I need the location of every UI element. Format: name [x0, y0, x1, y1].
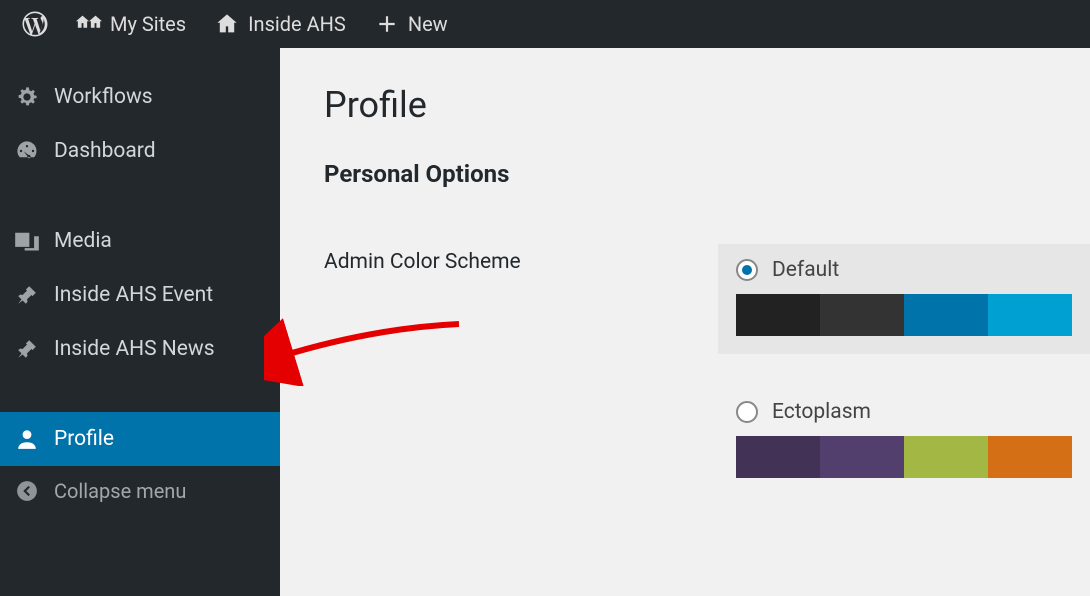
swatch — [736, 294, 820, 336]
wp-logo[interactable] — [8, 0, 62, 48]
sidebar-item-label: Inside AHS News — [54, 337, 215, 361]
page-title: Profile — [324, 84, 1090, 126]
houses-icon — [76, 11, 102, 37]
media-icon — [14, 228, 40, 254]
sidebar-item-label: Media — [54, 229, 112, 253]
color-schemes: Default Ectoplasm — [718, 244, 1090, 496]
site-link[interactable]: Inside AHS — [200, 0, 360, 48]
swatch — [988, 436, 1072, 478]
sidebar-item-dashboard[interactable]: Dashboard — [0, 124, 280, 178]
new-label: New — [408, 12, 448, 36]
plus-icon — [374, 11, 400, 37]
pin-icon — [14, 282, 40, 308]
swatches-default — [736, 294, 1072, 336]
radio-ectoplasm[interactable] — [736, 401, 758, 423]
collapse-menu[interactable]: Collapse menu — [0, 466, 280, 516]
house-icon — [214, 11, 240, 37]
sidebar-item-label: Inside AHS Event — [54, 283, 213, 307]
color-scheme-row: Admin Color Scheme Default Ectoplasm — [324, 244, 1090, 496]
swatch — [904, 436, 988, 478]
sidebar-item-profile[interactable]: Profile — [0, 412, 280, 466]
user-icon — [14, 426, 40, 452]
main-content: Profile Personal Options Admin Color Sch… — [280, 48, 1090, 596]
scheme-label: Ectoplasm — [772, 400, 871, 424]
scheme-ectoplasm[interactable]: Ectoplasm — [718, 386, 1090, 496]
my-sites-link[interactable]: My Sites — [62, 0, 200, 48]
new-link[interactable]: New — [360, 0, 462, 48]
radio-default[interactable] — [736, 259, 758, 281]
swatch — [820, 294, 904, 336]
swatch — [988, 294, 1072, 336]
pin-icon — [14, 336, 40, 362]
sidebar-item-label: Profile — [54, 427, 114, 451]
swatch — [904, 294, 988, 336]
scheme-default[interactable]: Default — [718, 244, 1090, 354]
collapse-label: Collapse menu — [54, 479, 186, 503]
site-label: Inside AHS — [248, 12, 346, 36]
swatch — [736, 436, 820, 478]
swatch — [820, 436, 904, 478]
collapse-icon — [14, 478, 40, 504]
swatches-ectoplasm — [736, 436, 1072, 478]
sidebar-item-news[interactable]: Inside AHS News — [0, 322, 280, 376]
dashboard-icon — [14, 138, 40, 164]
sidebar-item-workflows[interactable]: Workflows — [0, 70, 280, 124]
section-title: Personal Options — [324, 160, 1090, 188]
sidebar-item-label: Dashboard — [54, 139, 156, 163]
gear-icon — [14, 84, 40, 110]
scheme-label: Default — [772, 258, 839, 282]
sidebar-item-label: Workflows — [54, 85, 153, 109]
wordpress-icon — [22, 11, 48, 37]
color-scheme-label: Admin Color Scheme — [324, 244, 718, 274]
admin-sidebar: Workflows Dashboard Media Inside AHS Eve… — [0, 48, 280, 596]
sidebar-item-event[interactable]: Inside AHS Event — [0, 268, 280, 322]
my-sites-label: My Sites — [110, 12, 186, 36]
sidebar-item-media[interactable]: Media — [0, 214, 280, 268]
admin-bar: My Sites Inside AHS New — [0, 0, 1090, 48]
